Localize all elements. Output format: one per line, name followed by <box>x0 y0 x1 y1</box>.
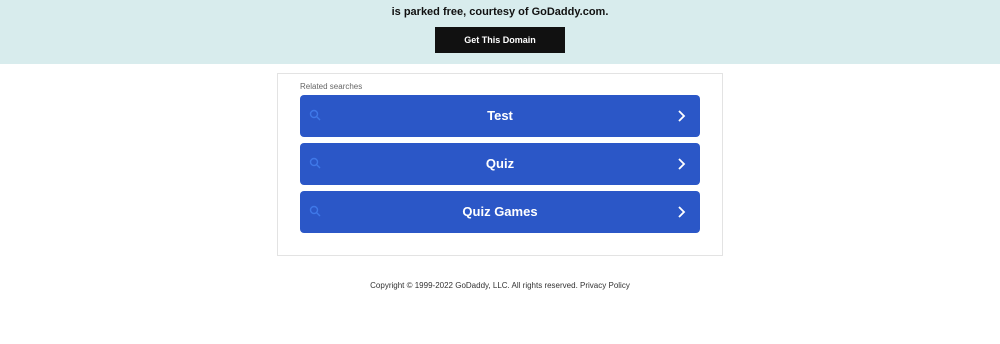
banner-text: is parked free, courtesy of GoDaddy.com. <box>391 6 609 18</box>
related-search-test-button[interactable]: Test <box>300 95 700 137</box>
related-search-label: Quiz <box>485 156 515 171</box>
related-search-quiz-button[interactable]: Quiz <box>300 143 700 185</box>
get-this-domain-button[interactable]: Get This Domain <box>435 27 565 53</box>
related-searches-panel: Related searches Test Quiz Quiz Games <box>277 73 723 256</box>
top-banner: is parked free, courtesy of GoDaddy.com.… <box>0 0 1000 64</box>
privacy-policy-link[interactable]: Privacy Policy <box>580 281 630 290</box>
chevron-right-icon <box>678 110 686 122</box>
chevron-right-icon <box>678 158 686 170</box>
related-searches-heading: Related searches <box>300 82 363 91</box>
related-search-quiz-games-button[interactable]: Quiz Games <box>300 191 700 233</box>
copyright-text: Copyright © 1999-2022 GoDaddy, LLC. All … <box>370 281 578 290</box>
chevron-right-icon <box>678 206 686 218</box>
footer: Copyright © 1999-2022 GoDaddy, LLC. All … <box>0 281 1000 291</box>
related-search-label: Quiz Games <box>462 204 538 219</box>
related-search-label: Test <box>487 108 513 123</box>
